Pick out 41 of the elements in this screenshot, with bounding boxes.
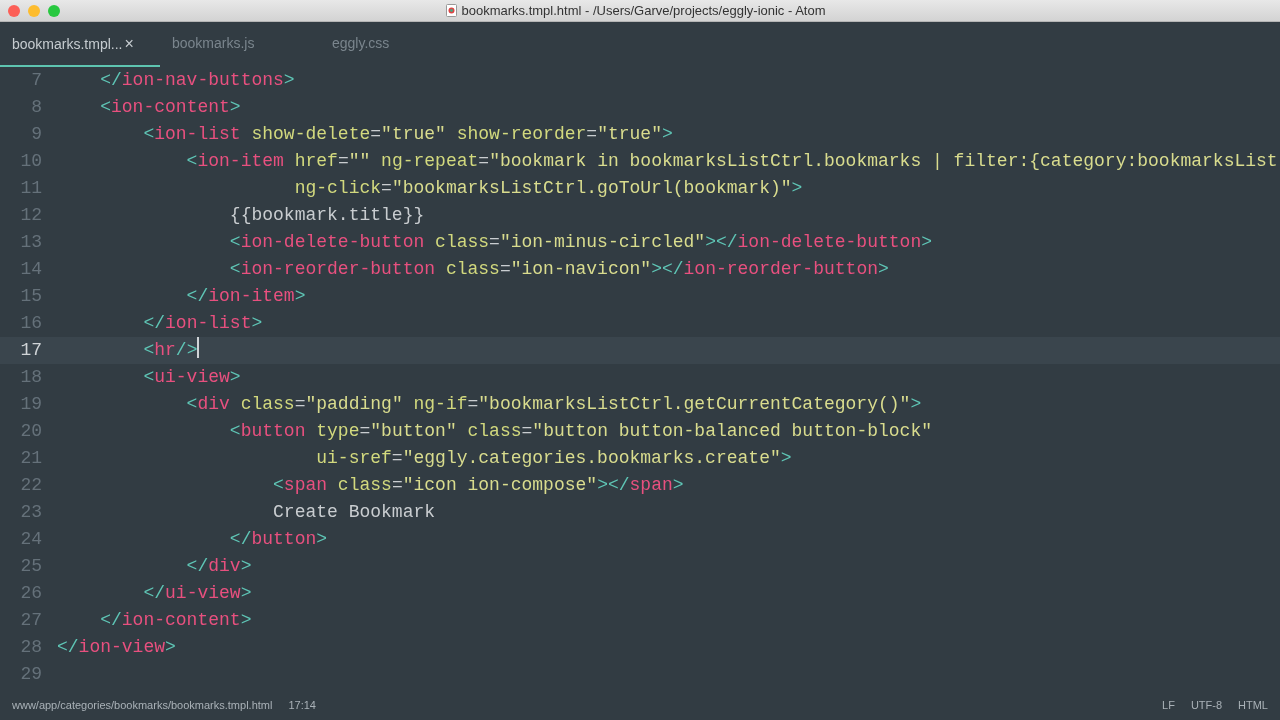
tab-label: bookmarks.tmpl... (12, 35, 123, 52)
file-path[interactable]: www/app/categories/bookmarks/bookmarks.tmpl.html (12, 696, 273, 714)
zoom-button[interactable] (48, 4, 60, 17)
close-icon[interactable]: × (124, 34, 134, 52)
code-line: </ion-list> (142, 312, 263, 335)
code-line: <ion-item href="" ng-repeat="bookmark in bookmarksListCtrl.bookmarks | filter:{category:bookmarksList (185, 150, 1278, 173)
code-line: <ui-view> (142, 366, 241, 389)
code-line: </ui-view> (142, 582, 252, 605)
grammar-selector[interactable]: HTML (1238, 696, 1268, 714)
close-button[interactable] (8, 4, 20, 17)
minimize-button[interactable] (28, 4, 40, 17)
editor-tab[interactable]: bookmarks.tmpl...× (0, 22, 160, 67)
code-line: </ion-view> (56, 636, 176, 659)
file-encoding[interactable]: UTF-8 (1190, 696, 1223, 714)
code-line: <ion-delete-button class="ion-minus-circled"></ion-delete-button> (228, 231, 932, 254)
code-line: <hr/> (142, 339, 198, 362)
code-line: <button type="button" class="button button-balanced button-block" (228, 420, 932, 443)
code-line: Create Bookmark (272, 501, 436, 524)
code-line: <ion-list show-delete="true" show-reorder="true"> (142, 123, 673, 146)
code-line: </ion-content> (99, 609, 252, 632)
line-ending[interactable]: LF (1162, 696, 1175, 714)
window-title: bookmarks.tmpl.html - /Users/Garve/projects/eggly-ionic - Atom (461, 1, 826, 20)
code-line: ui-sref="eggly.categories.bookmarks.create"> (315, 447, 792, 470)
code-line: {{bookmark.title}} (228, 204, 425, 227)
code-line: </div> (185, 555, 252, 578)
code-line: ng-click="bookmarksListCtrl.goToUrl(bookmark)"> (293, 177, 803, 200)
tab-label: bookmarks.js (172, 35, 255, 51)
editor-tab[interactable]: bookmarks.js (160, 22, 320, 67)
code-line: <ion-content> (99, 96, 241, 119)
code-line: </button> (228, 528, 328, 551)
code-line: <div class="padding" ng-if="bookmarksListCtrl.getCurrentCategory()"> (185, 393, 922, 416)
cursor-position[interactable]: 17:14 (288, 696, 316, 714)
text-cursor (197, 337, 200, 358)
code-line: <span class="icon ion-compose"></span> (272, 474, 684, 497)
tab-label: eggly.css (332, 35, 390, 51)
file-icon (446, 4, 458, 17)
line-number: 17 (19, 339, 42, 362)
code-line: </ion-nav-buttons> (99, 69, 295, 92)
editor-tab[interactable]: eggly.css (320, 22, 480, 67)
code-line: <ion-reorder-button class="ion-navicon"></ion-reorder-button> (228, 258, 889, 281)
code-line: </ion-item> (185, 285, 306, 308)
